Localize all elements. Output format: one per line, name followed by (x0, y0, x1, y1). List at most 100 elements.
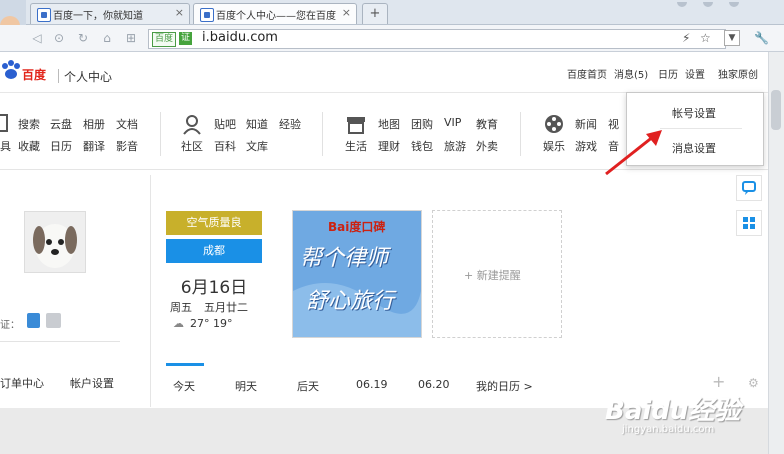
city-button[interactable]: 成都 (166, 239, 262, 263)
gear-icon[interactable]: ⚙ (748, 376, 759, 390)
baidu-favicon-icon (37, 8, 51, 22)
svc-zhidao[interactable]: 知道 (246, 116, 268, 132)
forward-icon[interactable]: ⊙ (52, 31, 66, 45)
star-icon[interactable]: ☆ (700, 31, 711, 45)
svc-favorites[interactable]: 收藏 (18, 138, 40, 154)
email-cert-icon[interactable] (46, 313, 61, 328)
link-exclusive[interactable]: 独家原创 (718, 66, 758, 81)
svc-news[interactable]: 新闻 (575, 116, 597, 132)
lightning-icon[interactable]: ⚡ (682, 31, 690, 45)
svc-vip[interactable]: VIP (444, 116, 461, 129)
svc-translate[interactable]: 翻译 (83, 138, 105, 154)
page-header (0, 52, 768, 93)
red-arrow-annotation (605, 130, 662, 176)
refresh-icon[interactable]: ↻ (76, 31, 90, 45)
temperature: 27° 19° (190, 317, 233, 330)
svc-finance[interactable]: 理财 (378, 138, 400, 154)
url-text[interactable]: i.baidu.com (202, 30, 278, 45)
svc-album[interactable]: 相册 (83, 116, 105, 132)
tab-today[interactable]: 今天 (173, 378, 195, 394)
svc-life[interactable]: 生活 (345, 138, 367, 154)
svc-education[interactable]: 教育 (476, 116, 498, 132)
tools-icon (0, 114, 8, 132)
link-baidu-home[interactable]: 百度首页 (567, 66, 607, 81)
tab-day-after[interactable]: 后天 (297, 378, 319, 394)
svc-community[interactable]: 社区 (181, 138, 203, 154)
svc-docs[interactable]: 文档 (116, 116, 138, 132)
ad-brand: Bai度口碑 (328, 220, 386, 234)
grid-icon[interactable]: ⊞ (124, 31, 138, 45)
svc-wallet[interactable]: 钱包 (411, 138, 433, 154)
tab-baidu-home[interactable]: 百度一下，你就知道 × (30, 3, 190, 24)
wrench-icon[interactable]: 🔧 (754, 31, 769, 45)
add-icon[interactable]: + (712, 372, 725, 391)
weather-date: 6月16日 (180, 278, 248, 298)
order-center-link[interactable]: 订单中心 (0, 375, 44, 391)
svc-wenku[interactable]: 文库 (246, 138, 268, 154)
baidu-paw-icon[interactable] (0, 60, 22, 84)
svc-search[interactable]: 搜索 (18, 116, 40, 132)
logo-divider (58, 69, 59, 83)
divider (520, 112, 521, 156)
svc-map[interactable]: 地图 (378, 116, 400, 132)
feedback-icon[interactable] (736, 175, 762, 201)
lunar-date: 五月廿二 (204, 301, 248, 314)
svc-cloud[interactable]: 云盘 (50, 116, 72, 132)
apps-grid-icon[interactable] (736, 210, 762, 236)
baidu-logo[interactable]: 百度 (22, 66, 46, 83)
profile-panel (0, 175, 151, 407)
svc-jingyan[interactable]: 经验 (279, 116, 301, 132)
svc-video[interactable]: 影音 (116, 138, 138, 154)
tab-0619[interactable]: 06.19 (356, 378, 388, 391)
divider (0, 341, 120, 342)
svc-tuangou[interactable]: 团购 (411, 116, 433, 132)
watermark-url: jingyan.baidu.com (622, 424, 715, 435)
svc-games[interactable]: 游戏 (575, 138, 597, 154)
close-icon[interactable]: × (175, 6, 184, 19)
back-icon[interactable]: ◁ (30, 31, 44, 45)
svc-baike[interactable]: 百科 (214, 138, 236, 154)
svc-tools[interactable]: 具 (0, 138, 11, 154)
tab-label: 百度个人中心——您在百度 (216, 11, 336, 22)
avatar[interactable] (24, 211, 86, 273)
svc-calendar[interactable]: 日历 (50, 138, 72, 154)
shop-icon (346, 114, 368, 136)
active-tab-indicator (166, 363, 204, 366)
window-controls (672, 0, 752, 8)
link-calendar[interactable]: 日历 (658, 66, 678, 81)
tab-label: 百度一下，你就知道 (53, 11, 143, 22)
ad-line2: 舒心旅行 (306, 289, 395, 314)
svc-travel[interactable]: 旅游 (444, 138, 466, 154)
tab-personal-center[interactable]: 百度个人中心——您在百度 × (193, 3, 357, 24)
cloud-icon: ☁ (173, 317, 184, 330)
air-quality-badge[interactable]: 空气质量良 (166, 211, 262, 235)
tab-my-calendar[interactable]: 我的日历 > (476, 378, 533, 394)
menu-item-account-settings[interactable]: 帐号设置 (672, 105, 716, 121)
svc-entertainment[interactable]: 娱乐 (543, 138, 565, 154)
close-icon[interactable]: × (342, 6, 351, 19)
menu-item-message-settings[interactable]: 消息设置 (672, 140, 716, 156)
account-settings-link[interactable]: 帐户设置 (70, 375, 114, 391)
svc-takeout[interactable]: 外卖 (476, 138, 498, 154)
tab-tomorrow[interactable]: 明天 (235, 378, 257, 394)
divider (660, 128, 742, 129)
weekday: 周五 (170, 301, 192, 314)
site-badge: 百度 (152, 32, 177, 47)
svc-tieba[interactable]: 贴吧 (214, 116, 236, 132)
watermark: Baidu经验 (605, 396, 741, 426)
home-icon[interactable]: ⌂ (100, 31, 114, 45)
divider (322, 112, 323, 156)
page-title: 个人中心 (64, 70, 113, 84)
verified-icon: 证 (179, 32, 192, 45)
baidu-favicon-icon (200, 8, 214, 22)
link-settings[interactable]: 设置 (685, 66, 705, 81)
tab-0620[interactable]: 06.20 (418, 378, 450, 391)
phone-cert-icon[interactable] (27, 313, 40, 328)
new-tab-button[interactable]: + (362, 3, 388, 24)
dropdown-arrow-icon[interactable]: ▼ (724, 30, 740, 46)
community-icon (182, 114, 204, 136)
link-messages[interactable]: 消息(5) (614, 66, 648, 81)
scrollbar-thumb[interactable] (771, 90, 781, 130)
ad-line1: 帮个律师 (300, 246, 389, 271)
divider (160, 112, 161, 156)
